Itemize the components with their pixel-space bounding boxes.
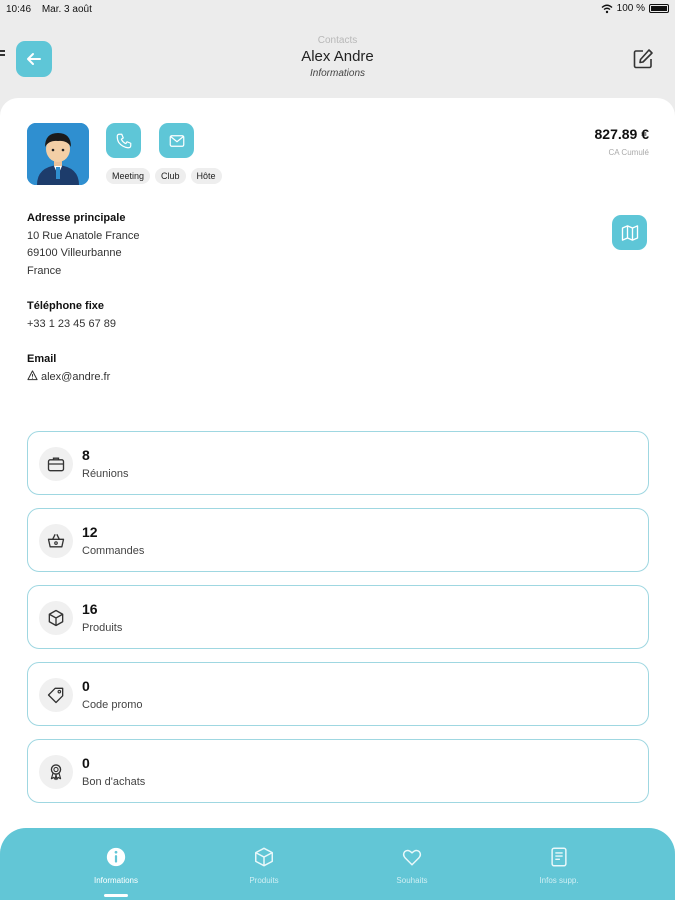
address-label: Adresse principale	[27, 212, 126, 224]
map-icon	[621, 224, 638, 241]
stat-value: 12	[82, 524, 98, 540]
briefcase-icon	[39, 447, 73, 481]
stat-label: Bon d'achats	[82, 776, 146, 788]
contact-card: Meeting Club Hôte 827.89 € CA Cumulé Adr…	[0, 98, 675, 409]
info-icon	[106, 847, 126, 867]
stat-label: Produits	[82, 622, 123, 634]
status-left: 10:46 Mar. 3 août	[6, 4, 92, 15]
stat-value: 8	[82, 447, 90, 463]
email-label: Email	[27, 353, 57, 365]
stats-list: 8 Réunions 12 Commandes 16 Produits 0 Co…	[0, 409, 675, 849]
stat-label: Code promo	[82, 699, 143, 711]
tab-infos-supp[interactable]: Infos supp.	[504, 846, 614, 885]
status-date: Mar. 3 août	[41, 4, 92, 15]
email-section: Email alex@andre.fr	[27, 351, 110, 386]
stat-card-orders[interactable]: 12 Commandes	[27, 508, 649, 572]
wifi-icon	[601, 4, 613, 13]
address-line: 10 Rue Anatole France	[27, 229, 140, 242]
document-icon	[551, 847, 567, 867]
stat-card-products[interactable]: 16 Produits	[27, 585, 649, 649]
map-button[interactable]	[612, 215, 647, 250]
cumulative-revenue: 827.89 €	[594, 126, 650, 142]
status-bar: 10:46 Mar. 3 août 100 %	[0, 0, 675, 22]
mail-icon	[169, 134, 184, 147]
address-line: 69100 Villeurbanne	[27, 247, 122, 259]
tag-club: Club	[155, 168, 186, 184]
call-button[interactable]	[106, 123, 141, 158]
cumulative-revenue-label: CA Cumulé	[608, 148, 649, 157]
edit-button[interactable]	[631, 47, 655, 71]
active-tab-indicator	[104, 894, 128, 897]
edit-icon	[633, 49, 653, 69]
page-subtitle: Informations	[309, 68, 366, 79]
stat-value: 16	[82, 601, 98, 617]
stat-card-vouchers[interactable]: 0 Bon d'achats	[27, 739, 649, 803]
email-button[interactable]	[159, 123, 194, 158]
stat-label: Réunions	[82, 468, 129, 480]
phone-section: Téléphone fixe +33 1 23 45 67 89	[27, 298, 116, 333]
tab-bar: Informations Produits Souhaits Infos sup…	[0, 828, 675, 900]
tab-label: Infos supp.	[539, 876, 579, 885]
nav-header: Contacts Alex Andre Informations	[0, 22, 675, 98]
status-right: 100 %	[601, 3, 669, 14]
tab-produits[interactable]: Produits	[209, 846, 319, 885]
tab-label: Informations	[93, 876, 139, 885]
stat-label: Commandes	[82, 545, 145, 557]
tab-label: Souhaits	[396, 876, 428, 885]
page-title: Alex Andre	[301, 48, 374, 65]
avatar	[27, 123, 89, 185]
basket-icon	[39, 524, 73, 558]
box-icon	[39, 601, 73, 635]
breadcrumb[interactable]: Contacts	[0, 35, 675, 46]
phone-number[interactable]: +33 1 23 45 67 89	[27, 316, 116, 334]
status-time: 10:46	[6, 4, 32, 15]
address-section: Adresse principale 10 Rue Anatole France…	[27, 210, 140, 280]
phone-icon	[116, 133, 131, 148]
stat-card-meetings[interactable]: 8 Réunions	[27, 431, 649, 495]
box-icon	[255, 847, 273, 867]
battery-icon	[649, 4, 669, 13]
award-icon	[39, 755, 73, 789]
address-line: France	[27, 264, 62, 277]
tag-list: Meeting Club Hôte	[106, 168, 222, 184]
tab-souhaits[interactable]: Souhaits	[357, 846, 467, 885]
tab-informations[interactable]: Informations	[61, 846, 171, 885]
heart-icon	[402, 849, 422, 866]
stat-value: 0	[82, 755, 90, 771]
email-row[interactable]: alex@andre.fr	[27, 369, 110, 387]
phone-label: Téléphone fixe	[27, 300, 105, 312]
tag-icon	[39, 678, 73, 712]
email-address: alex@andre.fr	[41, 370, 111, 383]
warning-icon	[27, 369, 38, 380]
tag-meeting: Meeting	[106, 168, 151, 184]
nav-titles: Contacts Alex Andre Informations	[0, 35, 675, 79]
stat-card-promo-code[interactable]: 0 Code promo	[27, 662, 649, 726]
stat-value: 0	[82, 678, 90, 694]
tab-label: Produits	[249, 876, 279, 885]
battery-percent: 100 %	[616, 3, 645, 14]
tag-host: Hôte	[190, 168, 222, 184]
